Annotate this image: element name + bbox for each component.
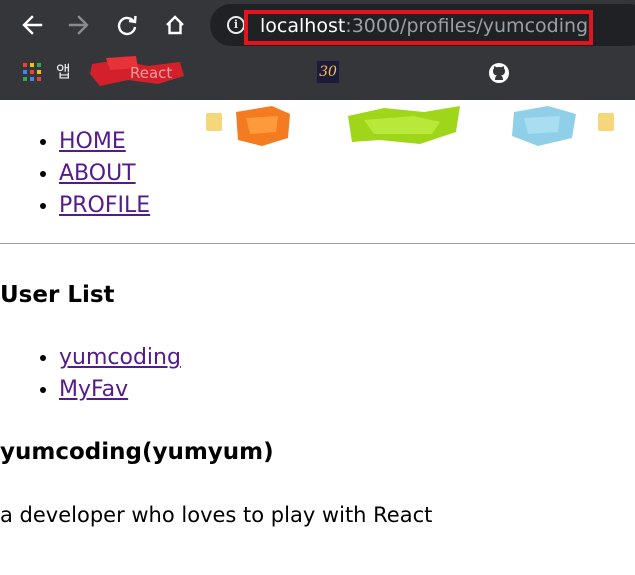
apps-grid-icon[interactable] [23,63,41,81]
home-button[interactable] [158,8,192,42]
main-nav: HOME ABOUT PROFILE [59,126,150,222]
user-list-title: User List [0,282,115,308]
nav-link-home[interactable]: HOME [59,129,126,154]
github-icon[interactable] [488,62,510,84]
bookmark-30-icon[interactable]: 30 [317,61,339,83]
browser-chrome: i localhost:3000/profiles/yumcoding 앱 Re… [0,0,635,146]
arrow-left-icon [22,15,43,35]
nav-item-about: ABOUT [59,158,150,190]
nav-item-home: HOME [59,126,150,158]
bookmark-react-label: React [130,64,173,82]
arrow-right-icon [68,15,89,35]
horizontal-rule [0,243,635,244]
url-path: :3000/profiles/yumcoding [345,15,589,37]
home-icon [166,15,184,35]
user-list-item: yumcoding [59,342,181,374]
nav-item-profile: PROFILE [59,190,150,222]
navigation-bar: i localhost:3000/profiles/yumcoding [0,0,635,50]
nav-link-about[interactable]: ABOUT [59,161,136,186]
forward-button[interactable] [62,8,96,42]
nav-link-profile[interactable]: PROFILE [59,193,150,218]
url-host: localhost [260,15,346,37]
bookmarks-bar: 앱 React 30 [0,50,635,146]
page-content: HOME ABOUT PROFILE User List yumcoding M… [0,100,635,575]
address-bar[interactable]: i localhost:3000/profiles/yumcoding [210,4,635,46]
user-list-item: MyFav [59,374,181,406]
info-icon[interactable]: i [227,16,245,34]
user-link-myfav[interactable]: MyFav [59,377,128,402]
user-link-yumcoding[interactable]: yumcoding [59,345,181,370]
url-text[interactable]: localhost:3000/profiles/yumcoding [260,14,588,38]
reload-button[interactable] [110,8,144,42]
reload-icon [117,15,137,36]
bookmark-react[interactable]: React [88,56,188,88]
user-list: yumcoding MyFav [59,342,181,406]
apps-label[interactable]: 앱 [56,61,71,83]
profile-description: a developer who loves to play with React [0,503,433,527]
profile-name: yumcoding(yumyum) [0,439,274,465]
back-button[interactable] [15,8,49,42]
